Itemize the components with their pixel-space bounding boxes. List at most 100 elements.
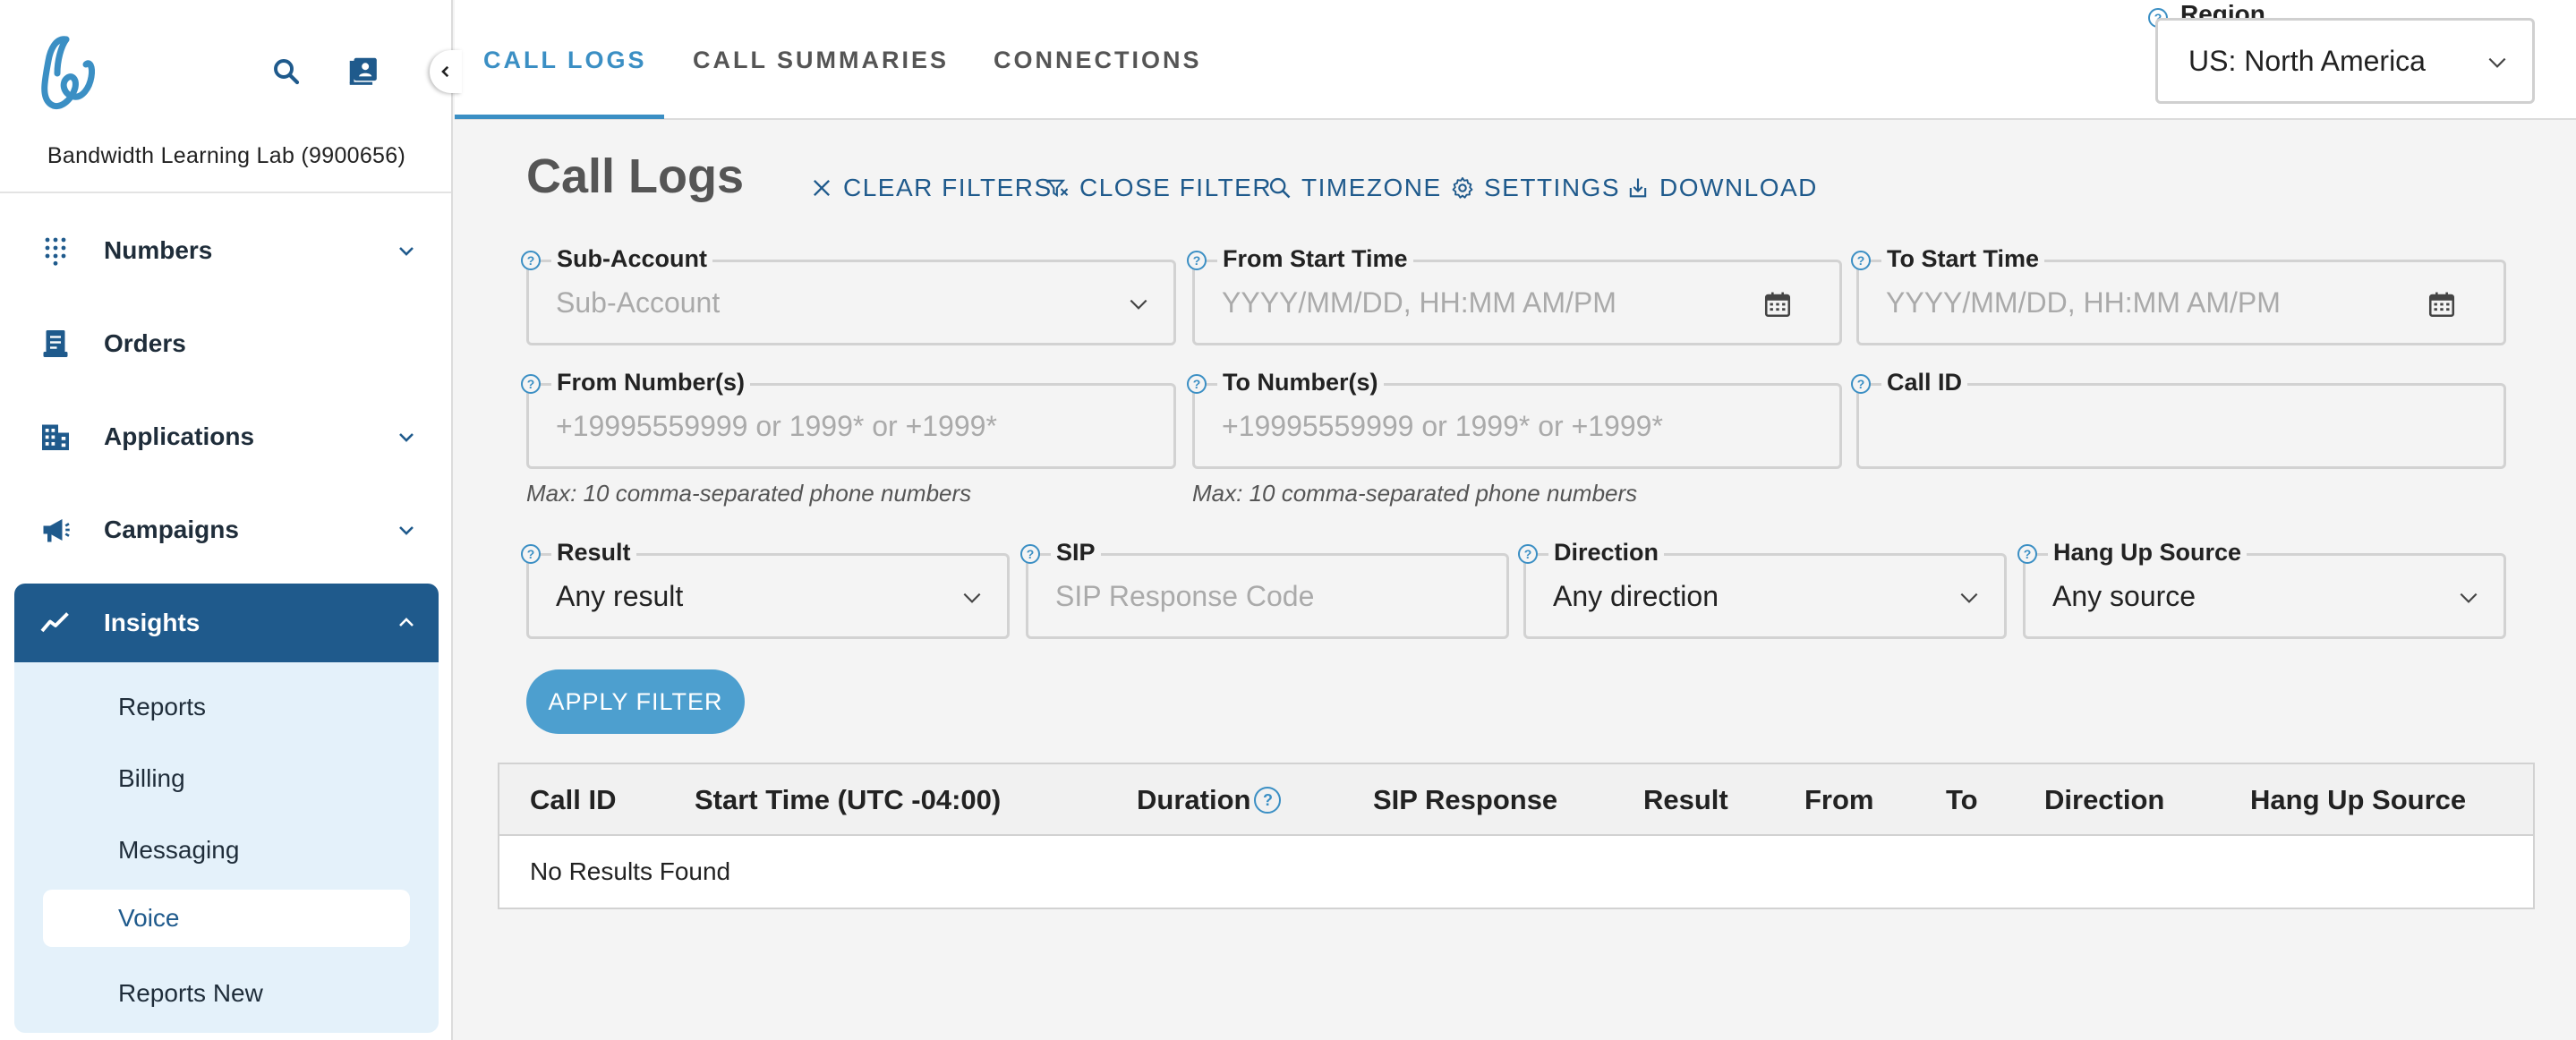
chevron-down-icon <box>2488 57 2506 68</box>
search-icon[interactable] <box>270 55 303 88</box>
from-start-time-label: From Start Time <box>1217 245 1413 272</box>
to-numbers-label: To Number(s) <box>1217 369 1384 396</box>
column-result[interactable]: Result <box>1643 764 1728 836</box>
close-filter-button[interactable]: CLOSE FILTER <box>1045 174 1272 202</box>
chevron-down-icon <box>963 592 981 603</box>
sidebar-item-label: Insights <box>104 609 200 636</box>
from-start-time-input-box <box>1192 260 1842 345</box>
help-icon[interactable]: ? <box>521 251 541 270</box>
to-start-time-label: To Start Time <box>1881 245 2045 272</box>
column-sip-response[interactable]: SIP Response <box>1373 764 1557 836</box>
sidebar-item-numbers[interactable]: Numbers <box>14 211 439 290</box>
column-call-id[interactable]: Call ID <box>530 764 616 836</box>
building-icon <box>42 424 69 450</box>
call-id-input-box <box>1856 383 2506 469</box>
result-label: Result <box>551 539 636 566</box>
region-select[interactable]: US: North America <box>2155 18 2535 104</box>
chevron-down-icon <box>2460 592 2478 603</box>
column-from[interactable]: From <box>1804 764 1874 836</box>
submenu-item-voice[interactable]: Voice <box>43 890 410 947</box>
sidebar-item-label: Campaigns <box>104 516 239 543</box>
calendar-icon[interactable] <box>1762 289 1793 320</box>
chevron-up-icon <box>399 618 414 627</box>
direction-value: Any direction <box>1553 579 1719 612</box>
submenu-item-billing[interactable]: Billing <box>43 750 410 807</box>
search-icon <box>1269 177 1291 199</box>
timezone-label: TIMEZONE <box>1301 174 1442 201</box>
sub-account-select[interactable]: Sub-Account <box>526 260 1176 345</box>
sidebar-item-orders[interactable]: Orders <box>14 304 439 383</box>
to-start-time-input[interactable] <box>1886 286 2442 320</box>
sip-label: SIP <box>1051 539 1101 566</box>
hang-up-source-select[interactable]: Any source <box>2023 553 2506 639</box>
settings-button[interactable]: SETTINGS <box>1450 174 1620 202</box>
megaphone-icon <box>43 519 70 542</box>
duration-help-icon[interactable]: ? <box>1254 787 1282 814</box>
help-icon[interactable]: ? <box>521 544 541 564</box>
settings-label: SETTINGS <box>1484 174 1621 201</box>
active-tab-indicator <box>455 115 664 119</box>
result-select[interactable]: Any result <box>526 553 1010 639</box>
result-value: Any result <box>556 579 684 612</box>
help-icon[interactable]: ? <box>1187 374 1207 394</box>
tab-call-logs[interactable]: CALL LOGS <box>483 0 647 120</box>
column-direction[interactable]: Direction <box>2044 764 2164 836</box>
chevron-down-icon <box>1960 592 1978 603</box>
sip-input-box <box>1026 553 1509 639</box>
contacts-book-icon[interactable] <box>345 54 380 88</box>
insights-submenu: Reports Billing Messaging Voice Reports … <box>14 662 439 1033</box>
help-icon[interactable]: ? <box>1518 544 1538 564</box>
from-start-time-input[interactable] <box>1222 286 1778 320</box>
help-icon[interactable]: ? <box>2017 544 2037 564</box>
trending-icon <box>40 612 69 633</box>
direction-select[interactable]: Any direction <box>1523 553 2007 639</box>
help-icon[interactable]: ? <box>1020 544 1040 564</box>
sip-input[interactable] <box>1055 579 1462 613</box>
submenu-item-reports[interactable]: Reports <box>43 678 410 736</box>
column-start-time[interactable]: Start Time (UTC -04:00) <box>695 764 1001 836</box>
from-numbers-input[interactable] <box>556 409 1112 443</box>
help-icon[interactable]: ? <box>1187 251 1207 270</box>
to-numbers-hint: Max: 10 comma-separated phone numbers <box>1192 480 1638 507</box>
column-duration-label: Duration <box>1137 784 1251 815</box>
sidebar-item-applications[interactable]: Applications <box>14 397 439 476</box>
no-results-message: No Results Found <box>530 857 731 885</box>
call-logs-table: Call ID Start Time (UTC -04:00) Duration… <box>498 763 2535 909</box>
account-name: Bandwidth Learning Lab (9900656) <box>47 143 406 168</box>
tab-connections[interactable]: CONNECTIONS <box>994 0 1202 120</box>
chevron-down-icon <box>1130 299 1147 310</box>
column-duration[interactable]: Duration ? <box>1137 764 1282 836</box>
sidebar-item-label: Numbers <box>104 236 213 264</box>
clear-filters-label: CLEAR FILTERS <box>843 174 1053 201</box>
bandwidth-logo[interactable] <box>30 34 98 111</box>
sidebar-item-label: Applications <box>104 422 255 450</box>
apply-filter-button[interactable]: APPLY FILTER <box>526 669 745 734</box>
download-button[interactable]: DOWNLOAD <box>1625 174 1818 202</box>
help-icon[interactable]: ? <box>1851 251 1871 270</box>
submenu-item-messaging[interactable]: Messaging <box>43 822 410 879</box>
chevron-down-icon <box>399 433 414 442</box>
call-id-input[interactable] <box>1886 409 2442 443</box>
hang-up-source-value: Any source <box>2052 579 2196 612</box>
clear-filters-button[interactable]: CLEAR FILTERS <box>809 174 1053 202</box>
submenu-item-reports-new[interactable]: Reports New <box>43 965 410 1022</box>
sidebar-item-insights[interactable]: Insights <box>14 584 439 662</box>
sidebar-item-label: Orders <box>104 329 186 357</box>
timezone-button[interactable]: TIMEZONE <box>1267 174 1442 202</box>
sidebar-item-campaigns[interactable]: Campaigns <box>14 490 439 569</box>
from-numbers-label: From Number(s) <box>551 369 751 396</box>
to-numbers-input[interactable] <box>1222 409 1778 443</box>
tab-call-summaries[interactable]: CALL SUMMARIES <box>693 0 949 120</box>
close-filter-label: CLOSE FILTER <box>1079 174 1273 201</box>
column-to[interactable]: To <box>1946 764 1978 836</box>
help-icon[interactable]: ? <box>1851 374 1871 394</box>
sidebar: Bandwidth Learning Lab (9900656) Numbers… <box>0 0 462 1040</box>
help-icon[interactable]: ? <box>521 374 541 394</box>
hang-up-source-label: Hang Up Source <box>2048 539 2248 566</box>
calendar-icon[interactable] <box>2427 289 2457 320</box>
sub-account-placeholder: Sub-Account <box>556 286 721 319</box>
chevron-left-icon <box>441 65 449 78</box>
gear-icon <box>1452 176 1473 199</box>
column-hang-up-source[interactable]: Hang Up Source <box>2250 764 2466 836</box>
filter-off-icon <box>1046 179 1069 198</box>
